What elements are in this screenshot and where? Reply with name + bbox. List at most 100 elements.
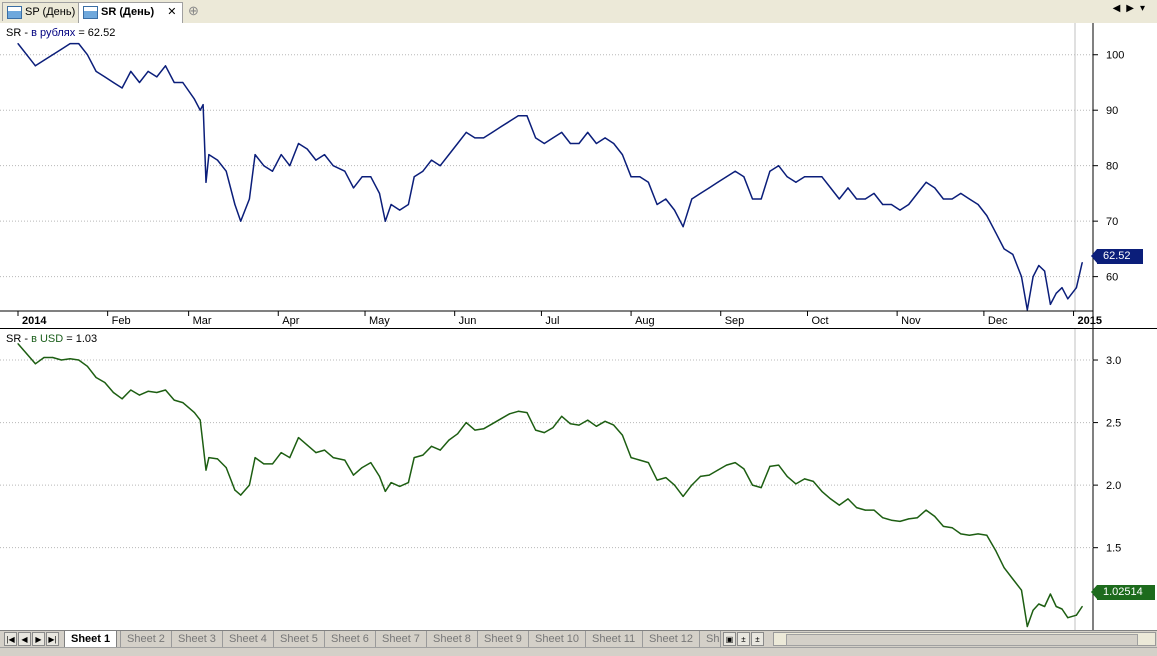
data-point	[17, 43, 19, 45]
data-point	[595, 142, 597, 145]
data-point	[699, 192, 702, 195]
tab-scroll-arrows[interactable]: ◀▶▾	[1113, 3, 1151, 14]
data-point	[344, 459, 346, 461]
data-point	[1044, 605, 1046, 608]
data-point	[725, 176, 728, 178]
data-point	[112, 81, 115, 84]
data-point	[812, 480, 814, 482]
data-point	[673, 484, 676, 486]
sheet-tab[interactable]: Sh	[700, 631, 725, 647]
x-tick-label: Aug	[635, 315, 655, 327]
data-point	[240, 220, 242, 222]
data-point	[216, 159, 219, 161]
data-point	[734, 170, 736, 172]
data-point	[130, 70, 132, 72]
data-point	[378, 192, 381, 195]
sheet-separator	[720, 631, 721, 647]
data-point	[138, 81, 141, 84]
data-point	[500, 418, 502, 420]
data-point	[399, 209, 401, 211]
data-point	[1061, 608, 1063, 610]
data-point	[121, 398, 123, 400]
last-sheet-icon[interactable]: ▶|	[46, 632, 59, 646]
data-point	[390, 482, 392, 484]
data-point	[743, 176, 745, 178]
data-point	[934, 187, 936, 189]
sheet-tab[interactable]: Sheet 3	[172, 631, 222, 647]
data-point	[280, 452, 282, 454]
data-point	[95, 376, 97, 379]
data-point	[838, 198, 840, 200]
data-point	[647, 462, 650, 464]
data-point	[552, 137, 554, 139]
sheet-tab[interactable]: Sheet 11	[586, 631, 641, 647]
data-point	[751, 198, 754, 200]
y-tick-label: 2.0	[1106, 480, 1121, 492]
sheet-tab[interactable]: Sheet 4	[223, 631, 273, 647]
sync-time-icon[interactable]: ±	[751, 632, 764, 646]
data-point	[509, 413, 511, 415]
data-point	[1075, 287, 1078, 289]
price-chart-rub[interactable]: 100 90 80 70 60 2014 Feb Mar Apr May Jun Jul Aug Sep O…	[0, 23, 1157, 329]
sheet-tab[interactable]: Sheet 1	[64, 631, 118, 648]
x-tick-label: 2014	[22, 315, 47, 327]
data-point	[899, 520, 901, 523]
data-point	[1026, 309, 1028, 311]
data-point	[138, 394, 141, 396]
data-point	[164, 389, 167, 391]
data-point	[208, 457, 210, 459]
sheet-tab[interactable]: Sheet 12	[643, 631, 699, 647]
data-point	[413, 176, 415, 178]
data-point	[384, 490, 386, 492]
data-point	[1032, 609, 1034, 611]
lock-icon[interactable]: ▣	[723, 632, 736, 646]
close-icon[interactable]: ✕	[167, 6, 176, 18]
sheet-tab[interactable]: Sheet 9	[478, 631, 528, 647]
tab-sr[interactable]: SR (День) ✕	[78, 2, 184, 23]
sheet-tab[interactable]: Sheet 7	[376, 631, 426, 647]
x-tick-label: Jun	[459, 315, 477, 327]
sync-scale-icon[interactable]: ±	[737, 632, 750, 646]
tab-sp[interactable]: SP (День)	[2, 2, 83, 21]
data-point	[569, 142, 571, 145]
sheet-tab[interactable]: Sheet 5	[274, 631, 324, 647]
horizontal-scrollbar[interactable]	[773, 632, 1156, 646]
data-point	[847, 187, 849, 189]
sheet-tab[interactable]: Sheet 2	[121, 631, 171, 647]
data-point	[882, 203, 884, 206]
chart-icon	[7, 6, 22, 19]
next-sheet-icon[interactable]: ▶	[32, 632, 45, 646]
data-point	[1038, 603, 1040, 605]
data-point	[297, 142, 300, 145]
data-point	[777, 165, 780, 167]
data-point	[569, 423, 571, 425]
data-point	[240, 494, 242, 496]
prev-sheet-icon[interactable]: ◀	[18, 632, 31, 646]
sheet-tab[interactable]: Sheet 8	[427, 631, 477, 647]
data-point	[422, 170, 424, 172]
chart-icon	[83, 6, 98, 19]
chart-usd-title: SR - в USD = 1.03	[6, 333, 97, 345]
x-tick-label: Mar	[193, 315, 212, 327]
data-point	[699, 475, 702, 477]
data-point	[156, 391, 158, 394]
sheet-tab[interactable]: Sheet 10	[529, 631, 585, 647]
chart-rub-title: SR - в рублях = 62.52	[6, 27, 115, 39]
scrollbar-thumb[interactable]	[786, 634, 1138, 646]
data-point	[216, 458, 219, 460]
data-point	[578, 424, 580, 426]
first-sheet-icon[interactable]: |◀	[4, 632, 17, 646]
data-point	[225, 467, 227, 469]
price-chart-usd[interactable]: 3.0 2.5 2.0 1.5 SR - в USD = 1.03 1.02514	[0, 329, 1157, 630]
data-point	[587, 131, 589, 133]
y-tick-label: 70	[1106, 216, 1118, 228]
data-point	[69, 358, 71, 360]
data-point	[613, 142, 615, 145]
sheet-tab[interactable]: Sheet 6	[325, 631, 375, 647]
data-point	[130, 389, 132, 391]
data-point	[942, 525, 945, 528]
data-point	[456, 142, 459, 145]
data-point	[1075, 614, 1078, 616]
data-point	[43, 356, 45, 359]
plus-icon[interactable]: ⊕	[188, 3, 199, 19]
